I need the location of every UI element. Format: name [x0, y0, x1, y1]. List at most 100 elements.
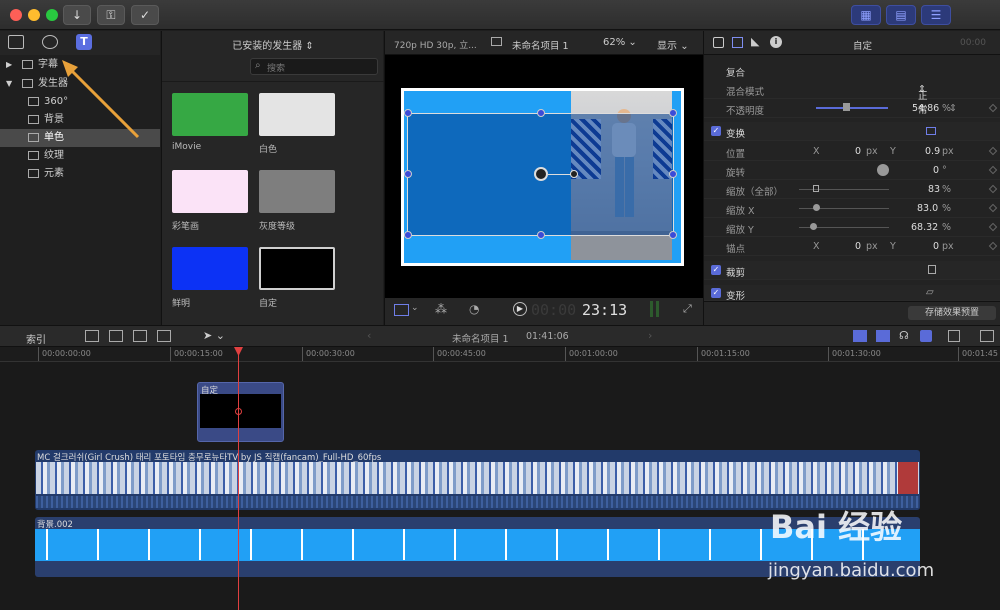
rotation-value[interactable]: 0 — [933, 165, 939, 176]
timeline-ruler[interactable]: 00:00:00:00 00:00:15:00 00:00:30:00 00:0… — [0, 347, 1000, 362]
generator-inspector-icon[interactable] — [713, 37, 724, 48]
composite-section[interactable]: 复合 — [704, 61, 1000, 80]
opacity-slider-thumb[interactable] — [843, 103, 850, 111]
fullscreen-icon[interactable]: ⤢ — [683, 302, 692, 316]
position-y-value[interactable]: 0.9 — [925, 146, 940, 157]
video-clip[interactable]: MC 걸크러쉬(Girl Crush) 태리 포토타임 충무로뉴타TV by J… — [35, 450, 920, 510]
thumb-grayscale[interactable] — [259, 170, 335, 213]
skimming-icon[interactable] — [876, 330, 890, 342]
view-menu[interactable]: 显示 ⌄ — [657, 37, 689, 52]
transform-handle[interactable] — [404, 231, 412, 239]
back-arrow-icon[interactable]: ‹ — [367, 329, 371, 342]
disclosure-right-icon[interactable]: ▶ — [6, 56, 12, 74]
zoom-window-button[interactable] — [46, 9, 58, 21]
clip-appearance-icon[interactable] — [948, 330, 960, 342]
titles-generators-icon[interactable]: T — [76, 34, 92, 50]
browser-toggle-button[interactable]: ▦ — [851, 5, 881, 25]
transform-tool-icon[interactable] — [394, 304, 409, 316]
keyframe-icon[interactable] — [988, 103, 998, 113]
transform-handle[interactable] — [669, 109, 677, 117]
distort-section[interactable]: ✓ 变形 ▱ — [704, 285, 1000, 302]
thumb-custom[interactable] — [259, 247, 335, 290]
scale-x-value[interactable]: 83.0 — [917, 203, 938, 214]
transform-handle[interactable] — [537, 109, 545, 117]
scale-y-value[interactable]: 68.32 — [911, 222, 938, 233]
scale-all-value[interactable]: 83 — [928, 184, 940, 195]
connect-clip-icon[interactable] — [85, 330, 99, 342]
overwrite-clip-icon[interactable] — [157, 330, 171, 342]
thumb-vivid[interactable] — [172, 247, 248, 290]
crop-onscreen-icon[interactable] — [928, 265, 936, 274]
play-button[interactable]: ▶ — [513, 302, 527, 316]
anchor-x-value[interactable]: 0 — [855, 241, 861, 252]
viewer: 720p HD 30p, 立... 未命名项目 1 62% ⌄ 显示 ⌄ ⌄ ⁂… — [384, 31, 703, 325]
transform-handle[interactable] — [404, 170, 412, 178]
transform-handle[interactable] — [537, 231, 545, 239]
minimize-window-button[interactable] — [28, 9, 40, 21]
video-inspector-icon[interactable] — [732, 37, 743, 48]
solo-icon[interactable] — [920, 330, 932, 342]
search-input[interactable]: ⌕ 搜索 — [250, 58, 378, 75]
transform-onscreen-icon[interactable] — [926, 127, 936, 135]
keyframe-icon[interactable] — [988, 165, 998, 175]
sidebar-item-elements[interactable]: 元素 — [0, 165, 160, 183]
thumb-imovie[interactable] — [172, 93, 248, 136]
insert-clip-icon[interactable] — [109, 330, 123, 342]
sidebar-item-textures[interactable]: 纹理 — [0, 147, 160, 165]
disclosure-down-icon[interactable]: ▼ — [6, 75, 12, 93]
center-anchor-handle[interactable] — [534, 167, 548, 181]
crop-section[interactable]: ✓ 裁剪 — [704, 261, 1000, 280]
thumb-white[interactable] — [259, 93, 335, 136]
info-icon[interactable]: i — [770, 36, 782, 48]
keyframe-icon[interactable] — [988, 203, 998, 213]
color-inspector-icon[interactable]: ◣ — [751, 35, 759, 48]
blend-mode-popup[interactable]: 正常 ⇕ — [918, 84, 928, 116]
select-tool-arrow-icon[interactable]: ➤ ⌄ — [203, 329, 225, 342]
distort-checkbox[interactable]: ✓ — [711, 288, 721, 298]
transform-checkbox[interactable]: ✓ — [711, 126, 721, 136]
stepper-icon[interactable]: ⇕ — [949, 103, 957, 114]
position-x-value[interactable]: 0 — [855, 146, 861, 157]
rotation-dial[interactable] — [877, 164, 889, 176]
close-window-button[interactable] — [10, 9, 22, 21]
zoom-menu[interactable]: 62% ⌄ — [603, 37, 637, 48]
save-preset-button[interactable]: 存储效果预置 — [908, 306, 996, 320]
import-button[interactable]: ↓ — [63, 5, 91, 25]
transform-handle[interactable] — [404, 109, 412, 117]
playhead[interactable] — [238, 347, 239, 610]
keyframe-icon[interactable] — [988, 146, 998, 156]
keyframe-icon[interactable] — [988, 184, 998, 194]
browser-filter-menu[interactable]: 已安装的发生器 ⇕ — [162, 37, 384, 52]
inspector-title: 自定 — [853, 41, 873, 52]
append-clip-icon[interactable] — [133, 330, 147, 342]
timeline-project-name: 未命名项目 1 — [452, 334, 509, 345]
index-button[interactable]: 索引 — [26, 331, 46, 346]
distort-onscreen-icon[interactable]: ▱ — [926, 287, 934, 298]
slider-thumb[interactable] — [810, 223, 817, 230]
keywords-button[interactable]: ⚿ — [97, 5, 125, 25]
transform-handle[interactable] — [669, 231, 677, 239]
slider-thumb[interactable] — [813, 185, 819, 192]
transform-handle[interactable] — [669, 170, 677, 178]
opacity-value[interactable]: 54.86 — [912, 103, 939, 114]
timeline-toggle-button[interactable]: ▤ — [886, 5, 916, 25]
rotation-handle[interactable] — [570, 170, 578, 178]
photos-audio-icon[interactable] — [8, 35, 24, 49]
headphones-icon[interactable]: ☊ — [899, 329, 909, 342]
background-tasks-button[interactable]: ✓ — [131, 5, 159, 25]
transform-section[interactable]: ✓ 变换 — [704, 122, 1000, 141]
opacity-slider[interactable] — [816, 107, 888, 109]
speed-gauge-icon[interactable]: ◔ — [469, 302, 479, 316]
forward-arrow-icon[interactable]: › — [648, 329, 652, 342]
audio-icon[interactable] — [42, 35, 58, 49]
inspector-toggle-button[interactable]: ☰ — [921, 5, 951, 25]
anchor-y-value[interactable]: 0 — [933, 241, 939, 252]
keyframe-icon[interactable] — [988, 222, 998, 232]
slider-thumb[interactable] — [813, 204, 820, 211]
effects-browser-icon[interactable] — [980, 330, 994, 342]
keyframe-icon[interactable] — [988, 241, 998, 251]
crop-checkbox[interactable]: ✓ — [711, 265, 721, 275]
video-audio-icon[interactable] — [853, 330, 867, 342]
enhance-wand-icon[interactable]: ⁂ — [435, 302, 447, 316]
thumb-pastel[interactable] — [172, 170, 248, 213]
